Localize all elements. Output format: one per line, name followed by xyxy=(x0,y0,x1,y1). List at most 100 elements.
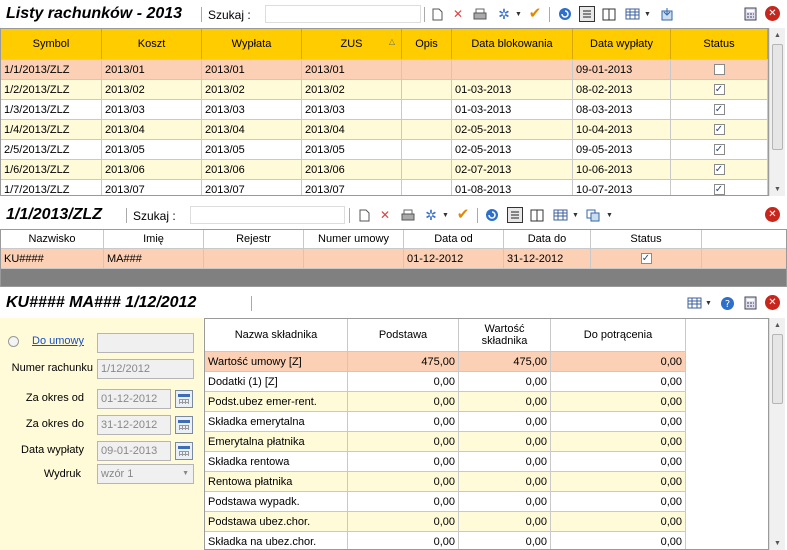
scroll-down-arrow-icon[interactable]: ▼ xyxy=(770,182,785,196)
accounts-row[interactable]: 1/2/2013/ZLZ 2013/02 2013/02 2013/02 01-03-2… xyxy=(1,80,768,100)
printout-select[interactable]: wzór 1 ▼ xyxy=(97,464,194,484)
components-column-header[interactable]: Wartość składnika xyxy=(459,319,551,351)
bottom-grid-scrollbar[interactable]: ▲ ▼ xyxy=(769,318,785,550)
contracts-column-header[interactable]: Imię xyxy=(104,230,204,248)
chevron-down-icon[interactable]: ▼ xyxy=(442,212,449,219)
settings-gear-icon[interactable]: ✲ xyxy=(423,207,439,223)
grid-view-icon[interactable] xyxy=(507,207,523,223)
calendar-icon[interactable] xyxy=(175,416,193,434)
status-checkbox[interactable]: ✓ xyxy=(713,84,725,95)
contracts-column-header[interactable]: Data do xyxy=(504,230,591,248)
scrollbar-thumb[interactable] xyxy=(772,44,783,150)
table-options-icon[interactable] xyxy=(552,207,568,223)
accounts-column-header[interactable]: Wypłata xyxy=(202,29,302,59)
delete-icon[interactable]: ✕ xyxy=(450,6,466,22)
components-column-header[interactable]: Podstawa xyxy=(348,319,459,351)
status-checkbox[interactable] xyxy=(713,64,725,75)
chevron-down-icon[interactable]: ▼ xyxy=(606,212,613,219)
components-column-header[interactable]: Nazwa składnika xyxy=(205,319,348,351)
calendar-icon[interactable] xyxy=(175,442,193,460)
accounts-column-header[interactable]: Koszt xyxy=(102,29,202,59)
status-checkbox[interactable]: ✓ xyxy=(713,184,725,195)
refresh-icon[interactable] xyxy=(484,207,500,223)
accounts-row[interactable]: 2/5/2013/ZLZ 2013/05 2013/05 2013/05 02-05-2… xyxy=(1,140,768,160)
accounts-row[interactable]: 1/3/2013/ZLZ 2013/03 2013/03 2013/03 01-03-2… xyxy=(1,100,768,120)
bottom-close-icon[interactable]: ✕ xyxy=(765,295,780,310)
status-checkbox[interactable]: ✓ xyxy=(713,164,725,175)
chevron-down-icon[interactable]: ▼ xyxy=(515,11,522,18)
top-close-icon[interactable]: ✕ xyxy=(765,6,780,21)
print-icon[interactable] xyxy=(400,207,416,223)
export-icon[interactable] xyxy=(659,6,675,22)
components-row[interactable]: Dodatki (1) [Z] 0,00 0,00 0,00 xyxy=(205,372,686,392)
accounts-row[interactable]: 1/4/2013/ZLZ 2013/04 2013/04 2013/04 02-05-2… xyxy=(1,120,768,140)
components-row[interactable]: Składka rentowa 0,00 0,00 0,00 xyxy=(205,452,686,472)
accounts-row[interactable]: 1/6/2013/ZLZ 2013/06 2013/06 2013/06 02-07-2… xyxy=(1,160,768,180)
accounts-column-header[interactable]: Data wypłaty xyxy=(573,29,671,59)
contracts-row[interactable]: KU#### MA### 01-12-2012 31-12-2012 ✓ xyxy=(1,249,786,269)
components-row[interactable]: Składka emerytalna 0,00 0,00 0,00 xyxy=(205,412,686,432)
scroll-down-arrow-icon[interactable]: ▼ xyxy=(770,536,785,550)
components-row[interactable]: Wartość umowy [Z] 475,00 475,00 0,00 xyxy=(205,352,686,372)
components-row[interactable]: Rentowa płatnika 0,00 0,00 0,00 xyxy=(205,472,686,492)
top-grid-scrollbar[interactable]: ▲ ▼ xyxy=(769,28,785,196)
contract-radio[interactable] xyxy=(8,336,19,347)
mid-search-input[interactable] xyxy=(190,206,345,224)
new-document-icon[interactable] xyxy=(356,207,372,223)
status-checkbox[interactable]: ✓ xyxy=(713,124,725,135)
grid-view-icon[interactable] xyxy=(579,6,595,22)
components-row[interactable]: Składka na ubez.chor. 0,00 0,00 0,00 xyxy=(205,532,686,549)
delete-icon[interactable]: ✕ xyxy=(377,207,393,223)
contracts-column-header[interactable]: Data od xyxy=(404,230,504,248)
contract-field[interactable] xyxy=(97,333,194,353)
accounts-column-header[interactable]: Status xyxy=(671,29,768,59)
checkmark-icon[interactable]: ✔ xyxy=(455,206,471,222)
chevron-down-icon[interactable]: ▼ xyxy=(644,11,651,18)
accounts-column-header[interactable]: Symbol xyxy=(1,29,102,59)
calendar-icon[interactable] xyxy=(175,390,193,408)
status-checkbox[interactable]: ✓ xyxy=(713,144,725,155)
help-icon[interactable]: ? xyxy=(719,295,735,311)
mid-close-icon[interactable]: ✕ xyxy=(765,207,780,222)
contract-link[interactable]: Do umowy xyxy=(32,335,84,347)
new-document-icon[interactable] xyxy=(429,6,445,22)
components-row[interactable]: Podstawa ubez.chor. 0,00 0,00 0,00 xyxy=(205,512,686,532)
refresh-icon[interactable] xyxy=(557,6,573,22)
scroll-up-arrow-icon[interactable]: ▲ xyxy=(770,28,785,42)
components-row[interactable]: Podst.ubez emer-rent. 0,00 0,00 0,00 xyxy=(205,392,686,412)
calculator-icon[interactable] xyxy=(742,6,758,22)
accounts-row[interactable]: 1/1/2013/ZLZ 2013/01 2013/01 2013/01 09-01-2… xyxy=(1,60,768,80)
contracts-column-header[interactable]: Nazwisko xyxy=(1,230,104,248)
top-search-input[interactable] xyxy=(265,5,421,23)
components-row[interactable]: Emerytalna płatnika 0,00 0,00 0,00 xyxy=(205,432,686,452)
columns-icon[interactable] xyxy=(529,207,545,223)
columns-icon[interactable] xyxy=(601,6,617,22)
settings-gear-icon[interactable]: ✲ xyxy=(496,6,512,22)
account-number-field[interactable]: 1/12/2012 xyxy=(97,359,194,379)
chevron-down-icon[interactable]: ▼ xyxy=(572,212,579,219)
table-options-icon[interactable] xyxy=(624,6,640,22)
chevron-down-icon[interactable]: ▼ xyxy=(705,300,712,307)
period-from-field[interactable]: 01-12-2012 xyxy=(97,389,171,409)
components-row[interactable]: Podstawa wypadk. 0,00 0,00 0,00 xyxy=(205,492,686,512)
contracts-column-header[interactable]: Rejestr xyxy=(204,230,304,248)
print-icon[interactable] xyxy=(472,6,488,22)
scrollbar-thumb[interactable] xyxy=(772,334,783,404)
contracts-column-header[interactable]: Numer umowy xyxy=(304,230,404,248)
accounts-column-header[interactable]: Data blokowania xyxy=(452,29,573,59)
status-checkbox[interactable]: ✓ xyxy=(713,104,725,115)
components-column-header[interactable]: Do potrącenia xyxy=(551,319,686,351)
components-cell: 0,00 xyxy=(459,492,551,511)
copy-icon[interactable] xyxy=(585,207,601,223)
accounts-column-header[interactable]: Opis xyxy=(402,29,452,59)
period-to-field[interactable]: 31-12-2012 xyxy=(97,415,171,435)
checkmark-icon[interactable]: ✔ xyxy=(527,5,543,21)
status-checkbox[interactable]: ✓ xyxy=(640,253,652,264)
table-options-icon[interactable] xyxy=(686,295,702,311)
accounts-column-header[interactable]: ZUS △ xyxy=(302,29,402,59)
payout-date-field[interactable]: 09-01-2013 xyxy=(97,441,171,461)
accounts-row[interactable]: 1/7/2013/ZLZ 2013/07 2013/07 2013/07 01-08-2… xyxy=(1,180,768,195)
scroll-up-arrow-icon[interactable]: ▲ xyxy=(770,318,785,332)
calculator-icon[interactable] xyxy=(742,295,758,311)
contracts-column-header[interactable]: Status xyxy=(591,230,702,248)
